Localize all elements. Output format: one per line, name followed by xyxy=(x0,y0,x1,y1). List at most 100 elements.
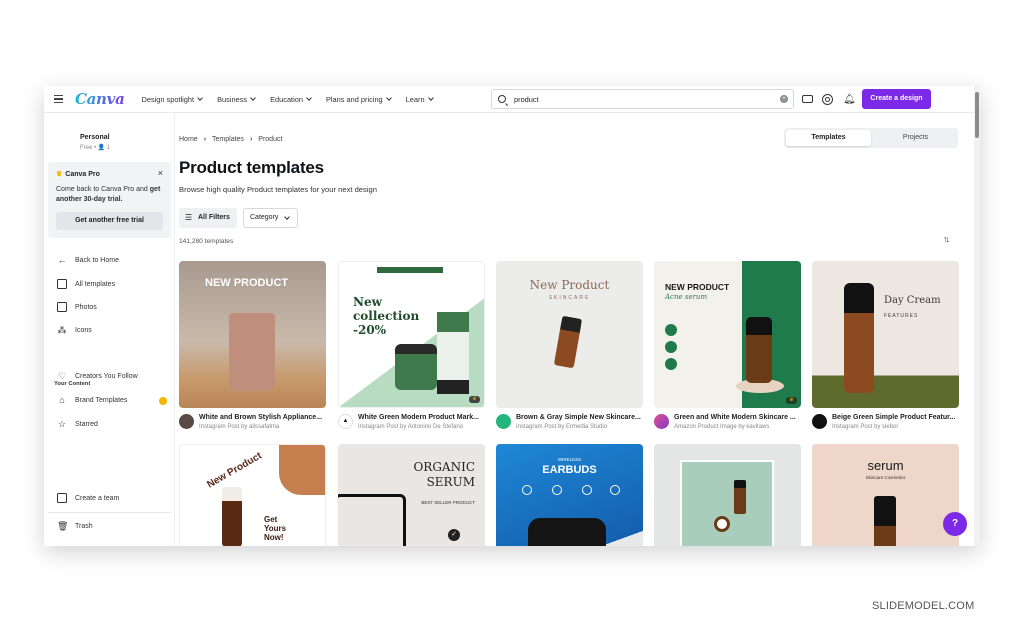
avatar[interactable] xyxy=(812,414,827,429)
sidebar-item-label: Create a team xyxy=(75,494,120,502)
breadcrumb-home[interactable]: Home xyxy=(179,136,198,143)
tab-projects[interactable]: Projects xyxy=(873,130,958,146)
nav-plans-pricing[interactable]: Plans and pricing xyxy=(326,95,391,104)
avatar[interactable] xyxy=(179,414,194,429)
promo-text: Come back to Canva Pro and get another 3… xyxy=(56,185,166,205)
sidebar-item-label: Starred xyxy=(75,420,98,428)
nav-learn[interactable]: Learn xyxy=(406,95,433,104)
template-subheadline: BEST SELLER PRODUCT xyxy=(421,500,475,505)
template-name[interactable]: Green and White Modern Skincare ... xyxy=(674,414,796,421)
template-card[interactable]: Day Cream FEATURES xyxy=(812,261,959,408)
menu-icon[interactable] xyxy=(54,94,63,104)
template-author[interactable]: Amazon Product Image by kavitaws xyxy=(674,424,769,430)
sidebar-item-trash[interactable]: 🗑︎ Trash xyxy=(57,521,93,531)
bottle-image xyxy=(553,315,583,369)
feature-icon xyxy=(665,324,677,336)
settings-icon[interactable] xyxy=(822,94,833,105)
canva-logo[interactable]: Canva xyxy=(75,90,125,108)
sidebar-item-brand-templates[interactable]: ⌂ Brand Templates xyxy=(57,395,127,405)
template-card[interactable]: New Product SKINCARE xyxy=(496,261,643,408)
bottle-image xyxy=(874,496,896,546)
photos-icon xyxy=(57,302,67,312)
sidebar-item-all-templates[interactable]: All templates xyxy=(57,279,115,289)
template-headline: New Product xyxy=(205,450,264,491)
heart-icon: ♡ xyxy=(57,371,67,381)
notifications-icon[interactable]: 🔔︎ xyxy=(843,94,856,105)
check-icon: ✓ xyxy=(448,529,460,541)
account-switcher[interactable]: Personal Free • 👤 1 xyxy=(80,134,110,151)
search-input[interactable]: product × xyxy=(491,89,794,109)
sidebar-item-label: Back to Home xyxy=(75,256,119,264)
canva-pro-promo: Canva Pro × Come back to Canva Pro and g… xyxy=(48,162,171,238)
avatar[interactable]: ▲ xyxy=(338,414,353,429)
brand-kit-icon: ⌂ xyxy=(59,395,65,405)
template-headline: NEW PRODUCT xyxy=(205,277,289,289)
chevron-right-icon: › xyxy=(203,136,207,143)
bottle-image xyxy=(746,317,772,383)
clear-search-icon[interactable]: × xyxy=(780,95,788,103)
sidebar-item-photos[interactable]: Photos xyxy=(57,302,97,312)
scrollbar-thumb[interactable] xyxy=(975,92,979,138)
sidebar-item-label: Brand Templates xyxy=(75,396,128,404)
nav-education[interactable]: Education xyxy=(270,95,311,104)
avatar[interactable] xyxy=(654,414,669,429)
feature-icon xyxy=(522,485,532,495)
search-value[interactable]: product xyxy=(514,95,539,104)
nav-business[interactable]: Business xyxy=(217,95,255,104)
sidebar-item-back-home[interactable]: ← Back to Home xyxy=(57,255,119,265)
template-author[interactable]: Instagram Post by Ermedia Studio xyxy=(516,424,607,430)
close-icon[interactable]: × xyxy=(158,168,163,178)
sidebar-item-label: Icons xyxy=(75,326,92,334)
template-card[interactable]: serum Skincare Cosmetics xyxy=(812,444,959,546)
account-name: Personal xyxy=(80,134,110,141)
scrollbar[interactable] xyxy=(974,86,980,546)
desktop-icon[interactable] xyxy=(802,95,813,103)
template-card[interactable]: NEW PRODUCT xyxy=(179,261,326,408)
feature-icon xyxy=(582,485,592,495)
breadcrumb-templates[interactable]: Templates xyxy=(212,136,244,143)
feature-icon xyxy=(665,341,677,353)
template-card[interactable]: New Product Get Yours Now! xyxy=(179,444,326,546)
create-design-button[interactable]: Create a design xyxy=(862,89,931,109)
product-photo xyxy=(680,460,774,546)
sidebar-item-create-team[interactable]: Create a team xyxy=(57,493,119,503)
orange-shape xyxy=(279,445,325,495)
all-filters-button[interactable]: All Filters xyxy=(179,208,237,228)
sidebar-item-creators[interactable]: ♡ Creators You Follow xyxy=(57,371,138,381)
template-name[interactable]: White Green Modern Product Mark... xyxy=(358,414,479,421)
avatar[interactable] xyxy=(496,414,511,429)
category-dropdown[interactable]: Category xyxy=(243,208,298,228)
sort-icon[interactable]: ↑↓ xyxy=(943,234,950,244)
template-name[interactable]: Brown & Gray Simple New Skincare... xyxy=(516,414,641,421)
bottle-image xyxy=(222,487,242,546)
template-author[interactable]: Instagram Post by alissafatma xyxy=(199,424,279,430)
page-subtitle: Browse high quality Product templates fo… xyxy=(179,185,377,194)
template-author[interactable]: Instagram Post by slebor xyxy=(832,424,898,430)
template-card[interactable]: New collection -20% ♛ xyxy=(338,261,485,408)
help-button[interactable]: ? xyxy=(943,512,967,536)
sidebar-item-icons[interactable]: ⁂ Icons xyxy=(57,325,92,335)
earbuds-case-image xyxy=(528,518,606,546)
sidebar-divider xyxy=(48,512,171,513)
template-card[interactable] xyxy=(654,444,801,546)
bottle-image xyxy=(844,283,874,393)
tube-image xyxy=(437,312,469,394)
free-trial-button[interactable]: Get another free trial xyxy=(56,212,163,230)
template-headline: New Product xyxy=(529,278,610,292)
template-author[interactable]: Instagram Post by Antonino De Stefano xyxy=(358,424,463,430)
jar-image xyxy=(395,344,437,390)
template-card[interactable]: ORGANIC SERUM BEST SELLER PRODUCT ✓ xyxy=(338,444,485,546)
template-name[interactable]: White and Brown Stylish Appliance... xyxy=(199,414,322,421)
team-icon xyxy=(57,493,67,503)
template-name[interactable]: Beige Green Simple Product Featur... xyxy=(832,414,955,421)
sidebar-item-starred[interactable]: ☆ Starred xyxy=(57,419,98,429)
template-headline: NEW PRODUCT xyxy=(665,282,730,292)
nav-design-spotlight[interactable]: Design spotlight xyxy=(142,95,203,104)
template-card[interactable]: NEW PRODUCT Acne serum ♛ xyxy=(654,261,801,408)
template-card[interactable]: WIRELESS EARBUDS xyxy=(496,444,643,546)
template-headline: New collection -20% xyxy=(353,295,420,337)
tab-templates[interactable]: Templates xyxy=(786,130,871,146)
site-banner xyxy=(377,267,443,273)
template-subheadline: WIRELESS xyxy=(557,457,582,462)
phone-image xyxy=(338,494,406,546)
